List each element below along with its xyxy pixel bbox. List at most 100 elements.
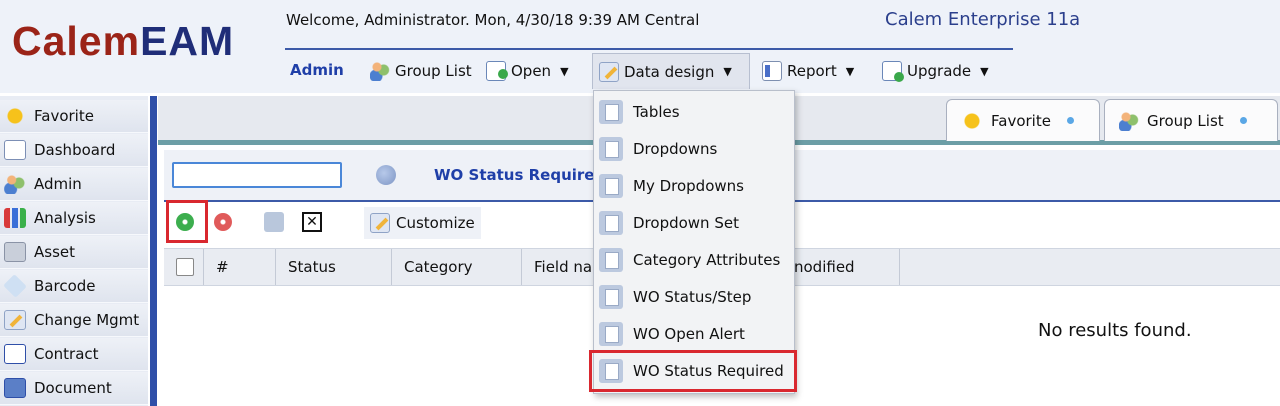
menu-group-list[interactable]: Group List [364,53,478,89]
pencil-icon [4,310,26,330]
logo-text-eam: EAM [140,18,235,64]
users-icon [370,61,390,81]
select-all-checkbox[interactable] [176,258,194,276]
customize-label: Customize [396,214,475,232]
header-divider [285,48,1013,50]
app-logo: CalemEAM [12,18,234,65]
menu-item-label: My Dropdowns [633,176,744,195]
admin-link[interactable]: Admin [290,61,344,79]
sidebar-item-document[interactable]: Document [0,372,148,405]
column-header-status[interactable]: Status [276,249,392,285]
sidebar-item-label: Contract [34,345,99,363]
menu-item-label: Dropdowns [633,139,718,158]
sidebar-item-admin[interactable]: Admin [0,168,148,201]
remove-icon[interactable] [214,213,232,231]
column-header-number[interactable]: # [204,249,276,285]
column-header-modified[interactable]: nodified [794,249,900,285]
menu-item-dropdowns[interactable]: Dropdowns [593,130,793,167]
star-icon [961,110,983,131]
wo-status-required-highlight [589,350,797,392]
clear-icon[interactable]: ✕ [302,212,322,232]
sidebar-item-label: Favorite [34,107,94,125]
sidebar-item-label: Analysis [34,209,96,227]
sidebar-item-label: Barcode [34,277,96,295]
sidebar-item-label: Document [34,379,112,397]
contract-icon [4,344,26,364]
sidebar-splitter[interactable] [150,96,157,406]
menu-item-tables[interactable]: Tables [593,93,793,130]
pencil-icon [370,213,390,233]
welcome-text: Welcome, Administrator. Mon, 4/30/18 9:3… [286,11,700,29]
edit-table-icon [599,136,623,161]
help-icon[interactable] [376,165,396,185]
edit-table-icon [599,247,623,272]
upgrade-icon [882,61,904,82]
menu-label: Group List [395,62,472,80]
edit-table-icon [599,321,623,346]
bar-chart-icon [4,208,26,228]
sidebar-item-contract[interactable]: Contract [0,338,148,371]
menu-item-label: Dropdown Set [633,213,739,232]
menu-label: Upgrade [907,62,972,80]
edit-table-icon [599,99,623,124]
sidebar-item-label: Change Mgmt [34,311,140,329]
menu-item-label: Tables [633,102,680,121]
menu-item-my-dropdowns[interactable]: My Dropdowns [593,167,793,204]
menu-item-wo-status-step[interactable]: WO Status/Step [593,278,793,315]
refresh-icon[interactable] [264,212,284,232]
menu-data-design[interactable]: Data design ▼ [592,53,750,89]
building-icon [4,242,26,262]
menu-item-category-attributes[interactable]: Category Attributes [593,241,793,278]
tag-icon [3,274,27,298]
users-icon [1119,110,1139,131]
customize-button[interactable]: Customize [364,207,481,239]
sidebar-item-label: Dashboard [34,141,116,159]
tab-group-list[interactable]: Group List [1104,99,1278,141]
menu-item-label: WO Status/Step [633,287,752,306]
empty-state-text: No results found. [1038,320,1192,341]
sidebar-item-label: Asset [34,243,76,261]
document-icon [4,378,26,398]
tab-favorite[interactable]: Favorite [946,99,1100,141]
star-icon [4,106,26,126]
panel-title: WO Status Required [434,166,606,184]
caret-down-icon: ▼ [723,65,732,78]
logo-text-calem: Calem [12,18,141,64]
menu-item-dropdown-set[interactable]: Dropdown Set [593,204,793,241]
tab-close-dot-icon[interactable] [1239,117,1247,124]
dashboard-icon [4,140,26,160]
product-name: Calem Enterprise 11a [885,9,1081,30]
menu-label: Open [511,62,552,80]
edit-table-icon [599,173,623,198]
tab-label: Favorite [991,111,1051,130]
sidebar-item-favorite[interactable]: Favorite [0,100,148,133]
open-icon [486,61,508,81]
select-all-cell [164,249,204,285]
menu-label: Report [787,62,837,80]
tab-label: Group List [1147,111,1224,130]
sidebar-item-dashboard[interactable]: Dashboard [0,134,148,167]
sidebar-item-label: Admin [34,175,82,193]
menu-label: Data design [624,62,715,81]
column-header-category[interactable]: Category [392,249,522,285]
edit-table-icon [599,284,623,309]
menu-open[interactable]: Open ▼ [480,53,575,89]
menu-item-label: WO Open Alert [633,324,745,343]
sidebar-item-change-mgmt[interactable]: Change Mgmt [0,304,148,337]
sidebar-item-asset[interactable]: Asset [0,236,148,269]
sidebar-item-analysis[interactable]: Analysis [0,202,148,235]
caret-down-icon: ▼ [560,64,569,78]
edit-table-icon [599,210,623,235]
menu-upgrade[interactable]: Upgrade ▼ [876,53,995,89]
menu-report[interactable]: Report ▼ [756,53,860,89]
caret-down-icon: ▼ [980,64,989,78]
users-icon [4,174,26,194]
add-button-highlight [166,200,208,243]
menu-item-wo-open-alert[interactable]: WO Open Alert [593,315,793,352]
sidebar-item-barcode[interactable]: Barcode [0,270,148,303]
caret-down-icon: ▼ [845,64,855,78]
tab-close-dot-icon[interactable] [1066,117,1074,124]
report-icon [762,61,782,81]
pencil-icon [599,61,619,82]
search-input[interactable] [172,162,342,188]
